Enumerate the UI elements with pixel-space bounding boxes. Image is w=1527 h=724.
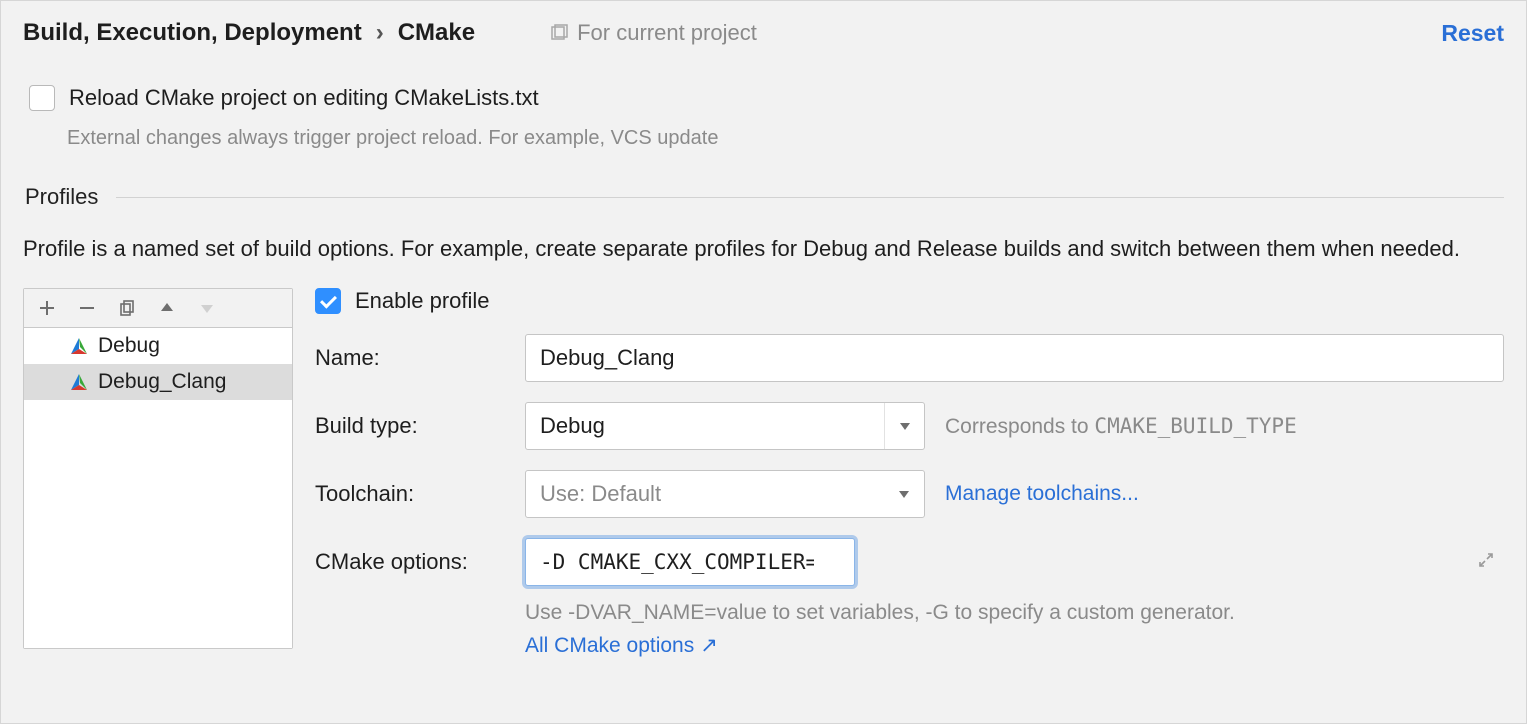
breadcrumb-current: CMake: [398, 19, 475, 47]
profiles-section-title: Profiles: [25, 184, 98, 210]
reload-checkbox[interactable]: [29, 85, 55, 111]
name-label: Name:: [315, 345, 505, 371]
profile-item-label: Debug_Clang: [98, 370, 226, 394]
reload-checkbox-label[interactable]: Reload CMake project on editing CMakeLis…: [69, 85, 539, 111]
toolchain-label: Toolchain:: [315, 481, 505, 507]
copy-icon[interactable]: [116, 297, 138, 319]
chevron-down-icon: [884, 471, 924, 517]
reload-helper-text: External changes always trigger project …: [67, 127, 1504, 150]
all-cmake-options-link[interactable]: All CMake options: [525, 634, 694, 658]
toolchain-select[interactable]: Use: Default: [525, 470, 925, 518]
name-input[interactable]: [525, 334, 1504, 382]
cmake-options-input[interactable]: [525, 538, 855, 586]
breadcrumb-parent[interactable]: Build, Execution, Deployment: [23, 19, 362, 47]
cmake-options-hint: Use -DVAR_NAME=value to set variables, -…: [525, 600, 1504, 625]
profile-item-debug[interactable]: Debug: [24, 328, 292, 364]
toolchain-value: Use: Default: [526, 481, 675, 507]
manage-toolchains-link[interactable]: Manage toolchains...: [945, 482, 1139, 506]
build-type-label: Build type:: [315, 413, 505, 439]
cmake-icon: [70, 337, 88, 355]
profile-item-debug-clang[interactable]: Debug_Clang: [24, 364, 292, 400]
profile-item-label: Debug: [98, 334, 160, 358]
build-type-hint: Corresponds to CMAKE_BUILD_TYPE: [945, 414, 1297, 439]
profiles-list: Debug Debug_Clang: [24, 328, 292, 648]
enable-profile-label[interactable]: Enable profile: [355, 288, 490, 314]
profiles-toolbar: [24, 289, 292, 328]
expand-icon[interactable]: [1478, 550, 1494, 574]
breadcrumb: Build, Execution, Deployment › CMake: [23, 19, 475, 47]
build-type-select[interactable]: Debug: [525, 402, 925, 450]
project-icon: [549, 23, 569, 43]
for-current-project-label: For current project: [549, 20, 757, 46]
profiles-section-description: Profile is a named set of build options.…: [23, 232, 1504, 266]
build-type-value: Debug: [526, 413, 619, 439]
chevron-down-icon: [884, 403, 924, 449]
cmake-icon: [70, 373, 88, 391]
move-up-icon[interactable]: [156, 297, 178, 319]
enable-profile-checkbox[interactable]: [315, 288, 341, 314]
add-icon[interactable]: [36, 297, 58, 319]
section-divider: [116, 197, 1504, 198]
profiles-panel: Debug Debug_Clang: [23, 288, 293, 649]
cmake-options-label: CMake options:: [315, 549, 505, 575]
external-link-icon: ↗: [700, 633, 718, 658]
move-down-icon[interactable]: [196, 297, 218, 319]
remove-icon[interactable]: [76, 297, 98, 319]
reset-link[interactable]: Reset: [1441, 20, 1504, 47]
chevron-right-icon: ›: [376, 19, 384, 47]
